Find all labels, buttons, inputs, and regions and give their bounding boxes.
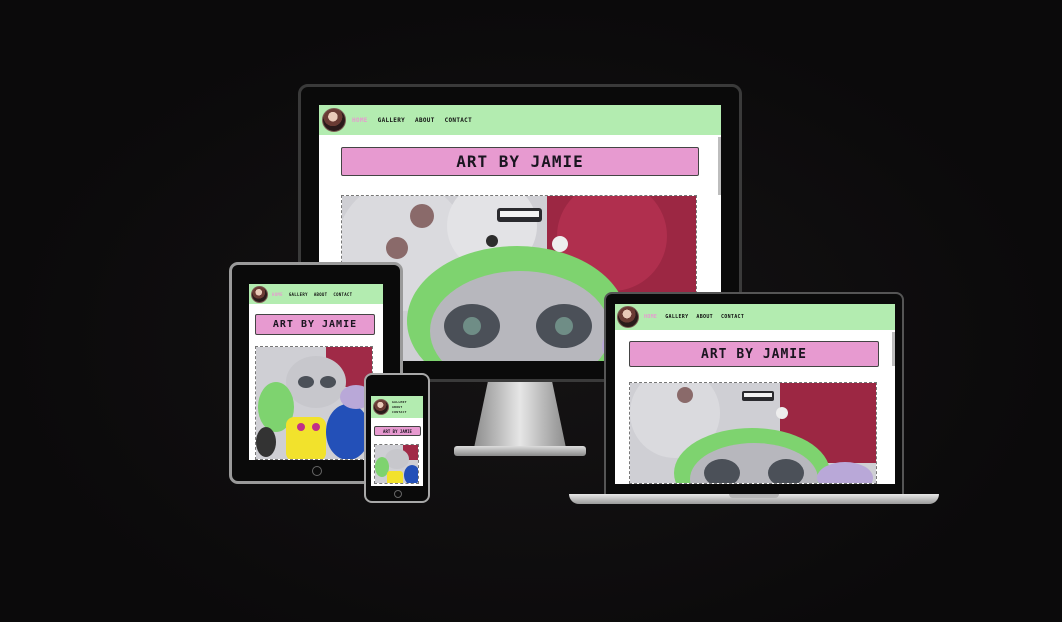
hero-art-image <box>629 382 877 484</box>
nav-about[interactable]: ABOUT <box>415 117 435 124</box>
nav-gallery[interactable]: GALLERY <box>665 314 688 320</box>
desktop-scrollbar[interactable] <box>718 137 721 195</box>
page-title-banner: ART BY JAMIE <box>374 426 421 436</box>
nav-contact[interactable]: CONTACT <box>721 314 744 320</box>
monitor-base <box>454 446 586 456</box>
laptop-navbar: HOME GALLERY ABOUT CONTACT <box>615 304 895 330</box>
logo-avatar[interactable] <box>373 399 389 415</box>
nav-home[interactable]: HOME <box>272 292 283 297</box>
plush-art-illustration <box>630 383 876 483</box>
logo-avatar[interactable] <box>251 285 268 303</box>
page-title-banner: ART BY JAMIE <box>341 147 699 176</box>
page-title: ART BY JAMIE <box>383 428 412 434</box>
page-title: ART BY JAMIE <box>272 319 358 330</box>
tablet-screen: HOME GALLERY ABOUT CONTACT ART BY JAMIE <box>249 284 383 460</box>
page-title-banner: ART BY JAMIE <box>255 314 375 335</box>
nav-about[interactable]: ABOUT <box>696 314 713 320</box>
monitor-stand <box>474 382 566 448</box>
nav-about[interactable]: ABOUT <box>314 292 328 297</box>
desktop-navbar: HOME GALLERY ABOUT CONTACT <box>319 105 721 135</box>
logo-avatar[interactable] <box>617 306 639 328</box>
phone: GALLERY ABOUT CONTACT ART BY JAMIE <box>364 373 430 503</box>
hero-art-image <box>374 444 419 484</box>
laptop: HOME GALLERY ABOUT CONTACT ART BY JAMIE <box>604 292 904 496</box>
nav-gallery[interactable]: GALLERY <box>289 292 308 297</box>
nav-contact[interactable]: CONTACT <box>333 292 352 297</box>
page-title: ART BY JAMIE <box>701 346 807 362</box>
nav-gallery[interactable]: GALLERY <box>378 117 405 124</box>
logo-avatar[interactable] <box>322 108 346 132</box>
laptop-screen: HOME GALLERY ABOUT CONTACT ART BY JAMIE <box>615 304 895 484</box>
nav-contact[interactable]: CONTACT <box>392 410 407 415</box>
phone-home-button[interactable] <box>394 490 402 498</box>
tablet-home-button[interactable] <box>312 466 322 476</box>
nav-home[interactable]: HOME <box>352 117 368 124</box>
phone-navbar: GALLERY ABOUT CONTACT <box>371 396 423 418</box>
page-title-banner: ART BY JAMIE <box>629 341 879 367</box>
laptop-scrollbar[interactable] <box>892 332 895 366</box>
tablet-navbar: HOME GALLERY ABOUT CONTACT <box>249 284 383 304</box>
hero-art-image <box>255 346 373 460</box>
page-title: ART BY JAMIE <box>456 152 584 171</box>
phone-screen: GALLERY ABOUT CONTACT ART BY JAMIE <box>371 396 423 486</box>
nav-contact[interactable]: CONTACT <box>445 117 472 124</box>
nav-home[interactable]: HOME <box>644 314 657 320</box>
phone-nav-stack: GALLERY ABOUT CONTACT <box>392 400 407 415</box>
plush-art-illustration <box>256 347 372 459</box>
laptop-notch <box>729 494 779 498</box>
plush-art-illustration <box>375 445 418 483</box>
mockup-stage: HOME GALLERY ABOUT CONTACT ART BY JAMIE <box>0 0 1062 622</box>
